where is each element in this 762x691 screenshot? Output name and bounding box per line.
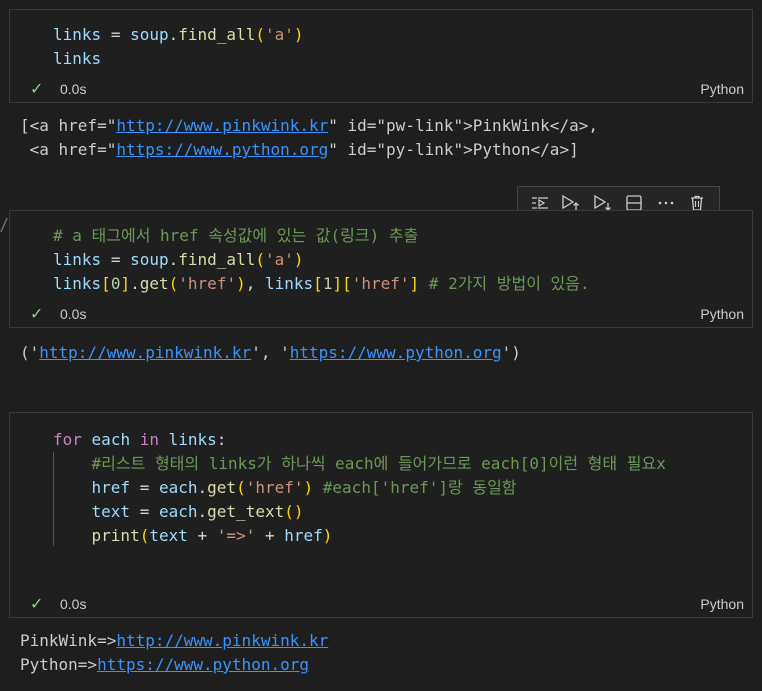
cell-focus-indicator [0,212,8,234]
code-comment: # 2가지 방법이 있음. [428,274,590,293]
cell-3-exec-time: 0.0s [60,596,87,612]
code-cell-1[interactable]: links = soup.find_all('a') links ✓ 0.0s … [9,9,753,103]
cell-1-exec-time: 0.0s [60,81,87,97]
output-text: ') [501,343,521,362]
code-cell-3[interactable]: for each in links: #리스트 형태의 links가 하나씩 e… [9,412,753,618]
code-comment: #리스트 형태의 links가 하나씩 each에 들어가므로 each[0]이… [91,454,666,473]
success-check-icon: ✓ [30,81,44,98]
cell-2-language-picker[interactable]: Python [700,306,744,322]
output-link-pinkwink[interactable]: http://www.pinkwink.kr [116,116,328,135]
output-text: " id="pw-link">PinkWink</a>, [328,116,598,135]
cell-1-language-picker[interactable]: Python [700,81,744,97]
success-check-icon: ✓ [30,306,44,323]
output-text: ', ' [251,343,290,362]
cell-3-output: PinkWink=>http://www.pinkwink.kr Python=… [20,629,328,677]
output-text: " id="py-link">Python</a>] [328,140,579,159]
output-link-pinkwink[interactable]: http://www.pinkwink.kr [39,343,251,362]
cell-3-status: ✓ 0.0s [30,593,86,615]
cell-1-editor[interactable]: links = soup.find_all('a') links [53,23,304,71]
output-text: (' [20,343,40,362]
cell-3-language-picker[interactable]: Python [700,596,744,612]
success-check-icon: ✓ [30,596,44,613]
cell-2-exec-time: 0.0s [60,306,87,322]
code-cell-2[interactable]: # a 태그에서 href 속성값에 있는 값(링크) 추출 links = s… [9,210,753,328]
output-link-pinkwink[interactable]: http://www.pinkwink.kr [116,631,328,650]
output-text: <a href=" [20,140,117,159]
cell-2-status: ✓ 0.0s [30,303,86,325]
cell-3-editor[interactable]: for each in links: #리스트 형태의 links가 하나씩 e… [53,428,666,548]
output-text: [<a href=" [20,116,117,135]
output-text: Python=> [20,655,98,674]
code-comment: # a 태그에서 href 속성값에 있는 값(링크) 추출 [53,226,419,245]
output-link-python[interactable]: https://www.python.org [290,343,502,362]
cell-1-status: ✓ 0.0s [30,78,86,100]
code-comment: #each['href']랑 동일함 [322,478,517,497]
cell-2-editor[interactable]: # a 태그에서 href 속성값에 있는 값(링크) 추출 links = s… [53,224,590,296]
output-link-python[interactable]: https://www.python.org [116,140,328,159]
cell-1-output: [<a href="http://www.pinkwink.kr" id="pw… [20,114,598,162]
indent-guide [53,452,54,546]
output-text: PinkWink=> [20,631,117,650]
cell-2-output: ('http://www.pinkwink.kr', 'https://www.… [20,341,521,365]
output-link-python[interactable]: https://www.python.org [97,655,309,674]
